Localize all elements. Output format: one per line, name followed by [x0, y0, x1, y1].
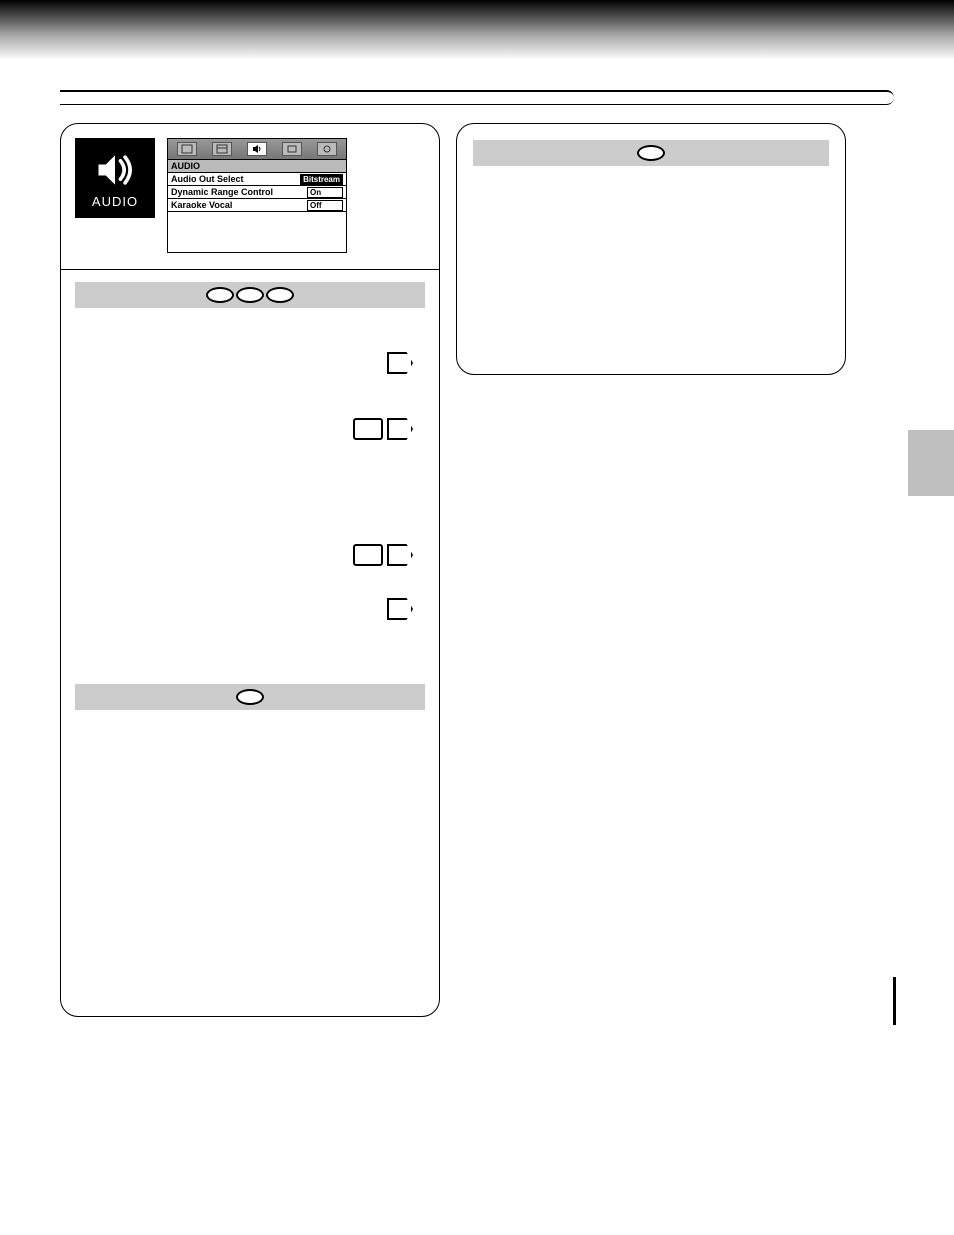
- step-bar: [75, 282, 425, 308]
- osd-title: AUDIO: [168, 159, 346, 173]
- step-bar: [473, 140, 829, 166]
- body-space: [75, 500, 425, 544]
- rect-button-icon: [353, 418, 383, 440]
- osd-tab-audio-icon: [247, 142, 267, 156]
- osd-row-value: On: [307, 187, 343, 198]
- body-space: [75, 620, 425, 680]
- inline-icons: [75, 352, 425, 374]
- body-space: [75, 440, 425, 500]
- audio-category-icon: AUDIO: [75, 138, 155, 218]
- osd-row-value: Bitstream: [300, 174, 343, 185]
- divider: [61, 269, 439, 270]
- rect-button-icon: [353, 544, 383, 566]
- side-tab: [908, 430, 954, 496]
- osd-row-0: Audio Out Select Bitstream: [168, 173, 346, 186]
- section-audio-out: [61, 282, 439, 1016]
- osd-tabs: [168, 139, 346, 159]
- inline-icons: [75, 544, 425, 566]
- ellipse-button-icon: [236, 287, 264, 303]
- audio-label: AUDIO: [92, 194, 138, 209]
- ellipse-button-icon: [637, 145, 665, 161]
- inline-icons: [75, 598, 425, 620]
- right-panel: [456, 123, 846, 375]
- osd-tab-display-icon: [282, 142, 302, 156]
- right-arrow-button-icon: [387, 418, 413, 440]
- osd-row-2: Karaoke Vocal Off: [168, 199, 346, 212]
- top-gradient: [0, 0, 954, 60]
- body-space: [473, 166, 829, 356]
- osd-row-1: Dynamic Range Control On: [168, 186, 346, 199]
- osd-tab-language-icon: [177, 142, 197, 156]
- inline-icons: [75, 418, 425, 440]
- title-band: [60, 90, 894, 105]
- osd-spacer: [168, 212, 346, 252]
- body-space: [75, 374, 425, 418]
- left-panel: AUDIO: [60, 123, 440, 1017]
- columns: AUDIO: [60, 123, 894, 1017]
- osd-menu: AUDIO Audio Out Select Bitstream Dynamic…: [167, 138, 347, 253]
- osd-row-value: Off: [307, 200, 343, 211]
- ellipse-button-icon: [236, 689, 264, 705]
- step-bar: [75, 684, 425, 710]
- body-space: [75, 566, 425, 598]
- body-space: [75, 308, 425, 352]
- right-arrow-button-icon: [387, 352, 413, 374]
- osd-row-label: Karaoke Vocal: [171, 200, 232, 210]
- footer-divider: [893, 977, 896, 1025]
- pill-group: [205, 287, 295, 303]
- osd-row-label: Dynamic Range Control: [171, 187, 273, 197]
- ellipse-button-icon: [266, 287, 294, 303]
- ellipse-button-icon: [206, 287, 234, 303]
- osd-tab-picture-icon: [212, 142, 232, 156]
- page-content: AUDIO: [0, 60, 954, 1037]
- right-arrow-button-icon: [387, 544, 413, 566]
- header-row: AUDIO: [61, 124, 439, 263]
- osd-row-label: Audio Out Select: [171, 174, 244, 184]
- body-space: [75, 710, 425, 1000]
- right-arrow-button-icon: [387, 598, 413, 620]
- speaker-icon: [93, 148, 137, 192]
- osd-tab-operation-icon: [317, 142, 337, 156]
